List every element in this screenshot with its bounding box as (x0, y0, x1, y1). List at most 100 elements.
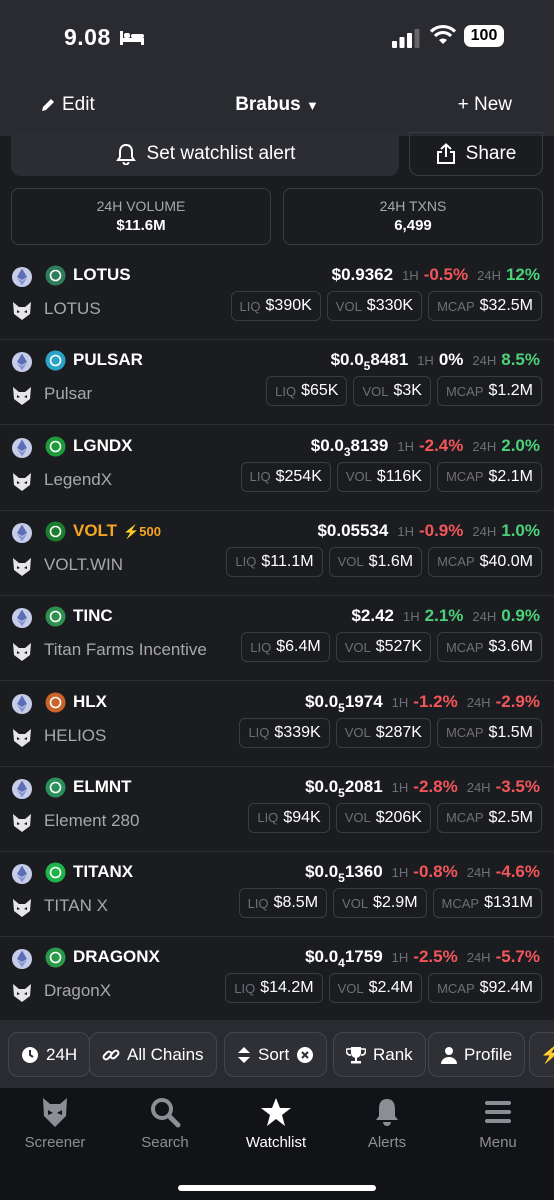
liquidity-chip: LIQ $254K (240, 461, 331, 492)
token-row[interactable]: TINC Titan Farms Incentive $2.42 1H 2.1%… (0, 595, 554, 682)
mcap-chip: MCAP $92.4M (428, 973, 542, 1004)
txns-value: 6,499 (394, 217, 432, 234)
mcap-chip: MCAP $1.2M (436, 376, 542, 407)
battery-icon: 100 (464, 25, 504, 47)
set-watchlist-alert-button[interactable]: Set watchlist alert (11, 132, 399, 176)
token-row[interactable]: HLX HELIOS $0.051974 1H -1.2% 24H -2.9% … (0, 681, 554, 767)
price-line: $0.041759 1H -2.5% 24H -5.7% (305, 947, 540, 970)
token-name: VOLT.WIN (44, 554, 124, 574)
tab-alerts[interactable]: Alerts (332, 1096, 442, 1151)
share-icon (436, 143, 455, 164)
h1-change: -0.9% (418, 520, 464, 540)
metrics: LIQ $6.4M VOL $527K MCAP $3.6M (241, 632, 542, 663)
profile-filter[interactable]: Profile (428, 1032, 526, 1077)
pulsechain-icon (13, 472, 31, 491)
token-symbol: PULSAR (73, 350, 143, 370)
edit-button[interactable]: Edit (40, 94, 95, 116)
pencil-icon (42, 99, 54, 111)
link-icon (102, 1049, 120, 1060)
price-line: $0.05534 1H -0.9% 24H 1.0% (317, 521, 540, 541)
timeframe-filter[interactable]: 24H (8, 1032, 91, 1077)
token-symbol: LOTUS (73, 265, 131, 284)
h1-change: -2.8% (413, 776, 458, 796)
token-logo (45, 777, 66, 798)
h1-label: 1H (391, 865, 409, 881)
token-name: LegendX (44, 469, 113, 489)
token-row[interactable]: PULSAR Pulsar $0.058481 1H 0% 24H 8.5% L… (0, 339, 554, 426)
token-row[interactable]: TITANX TITAN X $0.051360 1H -0.8% 24H -4… (0, 851, 554, 938)
star-icon (261, 1098, 291, 1126)
h1-change: 2.1% (424, 606, 464, 626)
metrics: LIQ $339K VOL $287K MCAP $1.5M (239, 717, 542, 748)
token-name: Titan Farms Incentive (44, 640, 207, 660)
h24-label: 24H (466, 694, 491, 710)
filter-bar: 24H All Chains Sort Rank Profile ⚡ (0, 1020, 554, 1088)
share-button[interactable]: Share (409, 132, 543, 176)
chains-filter[interactable]: All Chains (89, 1032, 217, 1077)
pulsechain-icon (13, 813, 31, 832)
token-logo (45, 947, 66, 968)
token-row[interactable]: LGNDX LegendX $0.038139 1H -2.4% 24H 2.0… (0, 425, 554, 511)
token-logo (45, 862, 66, 883)
token-price: $2.42 (351, 606, 395, 626)
volume-chip: VOL $527K (335, 632, 431, 663)
token-symbol: TITANX (73, 862, 134, 882)
new-watchlist-button[interactable]: + New (458, 94, 512, 116)
sort-icon (238, 1046, 250, 1063)
token-row[interactable]: VOLT ⚡500 VOLT.WIN $0.05534 1H -0.9% 24H … (0, 510, 554, 596)
pulsechain-icon (13, 728, 31, 747)
token-name: TITAN X (44, 896, 108, 916)
tab-screener[interactable]: Screener (0, 1096, 110, 1151)
h1-label: 1H (402, 268, 419, 283)
pulsechain-icon (13, 899, 31, 918)
mcap-chip: MCAP $40.0M (428, 546, 542, 577)
tab-menu[interactable]: Menu (443, 1096, 553, 1151)
volume-stat: 24H VOLUME $11.6M (11, 188, 271, 245)
token-row[interactable]: ELMNT Element 280 $0.052081 1H -2.8% 24H… (0, 766, 554, 852)
pulsechain-icon (13, 302, 31, 320)
h1-label: 1H (391, 950, 409, 966)
signal-icon (392, 29, 420, 48)
ethereum-icon (12, 949, 32, 970)
h1-change: -0.5% (423, 265, 469, 284)
h24-change: -3.5% (495, 776, 540, 796)
liquidity-chip: LIQ $339K (239, 717, 330, 748)
home-indicator (178, 1185, 376, 1191)
bell-icon (115, 143, 136, 165)
liquidity-chip: LIQ $390K (230, 291, 321, 321)
token-row[interactable]: DRAGONX DragonX $0.041759 1H -2.5% 24H -… (0, 936, 554, 1023)
token-logo (45, 521, 66, 542)
token-price: $0.038139 (310, 435, 389, 459)
token-name: LOTUS (44, 299, 101, 318)
h1-label: 1H (391, 779, 409, 795)
price-line: $0.051974 1H -1.2% 24H -2.9% (305, 692, 540, 715)
status-bar: 9.08 100 (0, 0, 554, 80)
token-symbol: HLX (73, 691, 107, 711)
metrics: LIQ $94K VOL $206K MCAP $2.5M (248, 802, 542, 833)
clock-icon (22, 1046, 38, 1063)
h24-change: 8.5% (501, 350, 540, 370)
bell-icon (376, 1099, 398, 1126)
price-line: $0.9362 1H -0.5% 24H 12% (332, 265, 540, 285)
h1-change: -0.8% (413, 862, 458, 882)
liquidity-chip: LIQ $94K (248, 802, 330, 833)
h24-label: 24H (477, 268, 501, 283)
boost-filter[interactable]: ⚡ (529, 1032, 554, 1077)
token-symbol: ELMNT (73, 776, 132, 796)
token-logo (45, 350, 66, 371)
token-row[interactable]: LOTUS LOTUS $0.9362 1H -0.5% 24H 12% LIQ… (0, 254, 554, 340)
price-line: $2.42 1H 2.1% 24H 0.9% (351, 606, 540, 626)
h24-label: 24H (472, 438, 497, 454)
h24-change: -5.7% (495, 947, 540, 967)
sort-filter[interactable]: Sort (224, 1032, 328, 1077)
volume-chip: VOL $330K (326, 291, 423, 321)
h1-change: 0% (438, 350, 464, 370)
token-symbol: LGNDX (73, 435, 133, 455)
h24-label: 24H (472, 609, 497, 625)
tab-search[interactable]: Search (110, 1096, 220, 1151)
ethereum-icon (12, 693, 32, 714)
tab-watchlist[interactable]: Watchlist (221, 1096, 331, 1151)
rank-filter[interactable]: Rank (333, 1032, 426, 1077)
clear-sort-icon[interactable] (296, 1046, 314, 1064)
token-symbol: DRAGONX (73, 947, 160, 967)
